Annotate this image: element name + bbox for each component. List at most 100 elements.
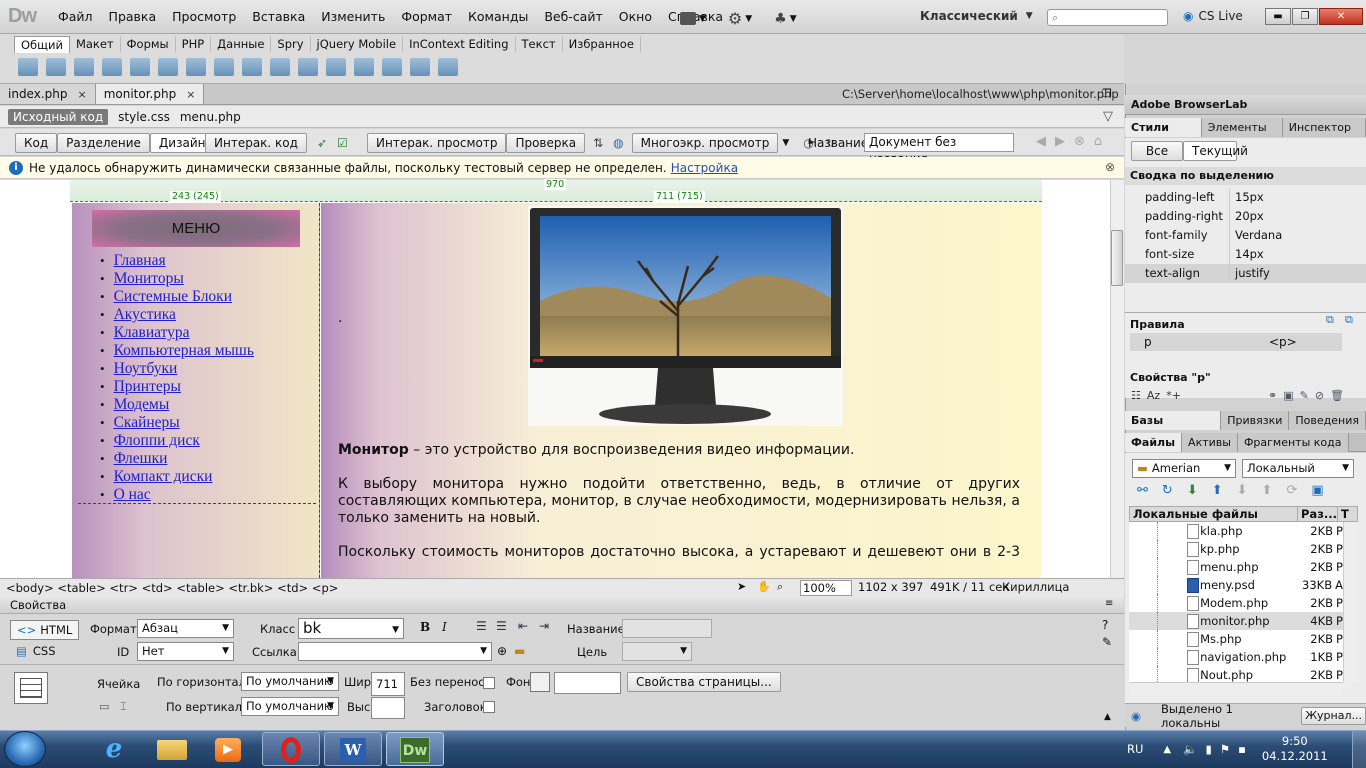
files-vscroll[interactable]	[1343, 522, 1358, 682]
html-mode-button[interactable]: <> HTML	[10, 620, 80, 640]
table-row[interactable]: padding-right 20px	[1125, 207, 1366, 226]
menu-modify[interactable]: Изменить	[313, 9, 393, 24]
menu-format[interactable]: Формат	[393, 9, 460, 24]
unordered-list-icon[interactable]: ☰	[476, 619, 487, 633]
nowrap-checkbox[interactable]	[483, 677, 495, 689]
horz-select[interactable]: По умолчанию ▼	[241, 672, 339, 691]
menu-window[interactable]: Окно	[611, 9, 660, 24]
table-row[interactable]: font-size 14px	[1125, 245, 1366, 264]
new-rule-icon[interactable]: ▣	[1283, 389, 1293, 402]
menu-view[interactable]: Просмотр	[164, 9, 244, 24]
list-item[interactable]: О нас	[100, 486, 254, 504]
home-icon[interactable]: ⌂	[1094, 134, 1102, 149]
list-item[interactable]: meny.psd 33KB A	[1129, 576, 1343, 594]
col-type[interactable]: Т	[1337, 507, 1349, 521]
list-item[interactable]: Модемы	[100, 396, 254, 414]
word-icon[interactable]: W	[324, 732, 382, 766]
tab-assets[interactable]: Активы	[1182, 432, 1238, 452]
validate-icon[interactable]: ☑	[337, 136, 348, 150]
volume-icon[interactable]: 🔈	[1183, 742, 1197, 756]
current-button[interactable]: Текущий	[1183, 141, 1248, 161]
hyperlink-icon[interactable]	[18, 58, 38, 76]
help-icon[interactable]: ?	[1102, 618, 1108, 632]
insert-tab-favorites[interactable]: Избранное	[563, 36, 641, 52]
cs-live-button[interactable]: ◉ CS Live	[1183, 9, 1243, 23]
list-item[interactable]: Принтеры	[100, 378, 254, 396]
width-input[interactable]: 711	[371, 672, 405, 696]
tray-app-icon[interactable]: ▪	[1238, 742, 1246, 756]
head-icon[interactable]	[354, 58, 374, 76]
list-item[interactable]: navigation.php 1KB P	[1129, 648, 1343, 666]
dreamweaver-icon[interactable]: Dw	[386, 732, 444, 766]
email-link-icon[interactable]	[46, 58, 66, 76]
refresh-icon[interactable]: ↻	[1162, 483, 1173, 498]
tag-chooser-icon[interactable]	[438, 58, 458, 76]
tab-files[interactable]: Файлы	[1125, 432, 1183, 452]
table-row[interactable]: padding-left 15px	[1125, 188, 1366, 207]
delete-icon[interactable]: 🗑	[1330, 389, 1344, 402]
list-item[interactable]: Акустика	[100, 306, 254, 324]
live-view-button[interactable]: Интерак. просмотр	[367, 133, 507, 153]
close-icon[interactable]: ×	[77, 88, 86, 101]
insert-tab-spry[interactable]: Spry	[271, 36, 311, 52]
files-hscroll[interactable]	[1129, 682, 1343, 696]
format-select[interactable]: Абзац ▼	[137, 619, 234, 638]
media-icon[interactable]	[214, 58, 234, 76]
cascade-icon[interactable]: ⧉	[1345, 313, 1353, 327]
menu-file[interactable]: Файл	[50, 9, 101, 24]
related-file-menu[interactable]: menu.php	[180, 110, 241, 124]
all-button[interactable]: Все	[1131, 141, 1183, 161]
id-select[interactable]: Нет ▼	[137, 642, 234, 661]
browserlab-header[interactable]: Adobe BrowserLab	[1125, 95, 1366, 115]
css-mode-button[interactable]: ▤ CSS	[16, 644, 56, 658]
list-item[interactable]: Ноутбуки	[100, 360, 254, 378]
insert-tab-data[interactable]: Данные	[211, 36, 272, 52]
restore-doc-icon[interactable]: ❐	[1102, 87, 1112, 100]
panel-menu-icon[interactable]: ≡	[1105, 598, 1113, 609]
tab-behaviors[interactable]: Поведения	[1289, 410, 1366, 430]
quick-tag-icon[interactable]: ✎	[1102, 635, 1112, 649]
list-item[interactable]: menu.php 2KB P	[1129, 558, 1343, 576]
list-item[interactable]: kp.php 2KB P	[1129, 540, 1343, 558]
folder-icon[interactable]: ▬	[514, 644, 525, 658]
comment-icon[interactable]	[326, 58, 346, 76]
tab-ap-elements[interactable]: Элементы А	[1201, 117, 1283, 153]
expand-icon[interactable]: ▣	[1311, 483, 1323, 498]
layout-icon[interactable]: ▼	[680, 12, 706, 25]
put-files-icon[interactable]: ⬆	[1212, 483, 1223, 498]
insert-tab-forms[interactable]: Формы	[121, 36, 176, 52]
bg-color-input[interactable]	[554, 672, 621, 694]
point-to-file-icon[interactable]: ⊕	[497, 644, 507, 658]
insert-tab-jquery[interactable]: jQuery Mobile	[311, 36, 404, 52]
network-icon[interactable]: ▮	[1205, 742, 1211, 756]
list-item[interactable]: Modem.php 2KB P	[1129, 594, 1343, 612]
help-search-input[interactable]: ⌕	[1047, 9, 1168, 26]
insert-tab-incontext[interactable]: InContext Editing	[403, 36, 516, 52]
extend-gear-icon[interactable]: ⚙ ▼	[728, 9, 752, 28]
close-icon[interactable]: ×	[186, 88, 195, 101]
menu-site[interactable]: Веб-сайт	[536, 9, 610, 24]
link-input[interactable]: ▼	[298, 642, 492, 661]
bold-button[interactable]: B	[420, 620, 430, 634]
tab-bindings[interactable]: Привязки	[1221, 410, 1290, 430]
list-item[interactable]: Ms.php 2KB P	[1129, 630, 1343, 648]
tab-index-php[interactable]: index.php ×	[0, 84, 96, 104]
disable-icon[interactable]: ⊘	[1315, 389, 1324, 402]
alpha-view-icon[interactable]: Az	[1147, 389, 1160, 402]
show-desktop-button[interactable]	[1352, 731, 1366, 768]
workspace-switcher[interactable]: Классический ▼	[920, 9, 1033, 23]
tab-css-styles[interactable]: Стили CSS	[1125, 117, 1202, 153]
indent-icon[interactable]: ⇥	[539, 619, 549, 633]
image-icon[interactable]	[186, 58, 206, 76]
table-icon[interactable]	[130, 58, 150, 76]
connect-icon[interactable]: ⚯	[1137, 483, 1148, 498]
inspect-icon[interactable]: ➶	[317, 136, 327, 150]
forward-icon[interactable]: ▶	[1055, 134, 1065, 149]
col-local-files[interactable]: Локальные файлы	[1130, 507, 1297, 521]
window-size[interactable]: 1102 x 397	[858, 580, 923, 594]
start-button[interactable]	[4, 731, 46, 767]
close-icon[interactable]: ✕	[1319, 8, 1363, 25]
ordered-list-icon[interactable]: ☰	[496, 619, 507, 633]
media-player-icon[interactable]: ▶	[199, 732, 257, 766]
table-row[interactable]: font-family Verdana	[1125, 226, 1366, 245]
